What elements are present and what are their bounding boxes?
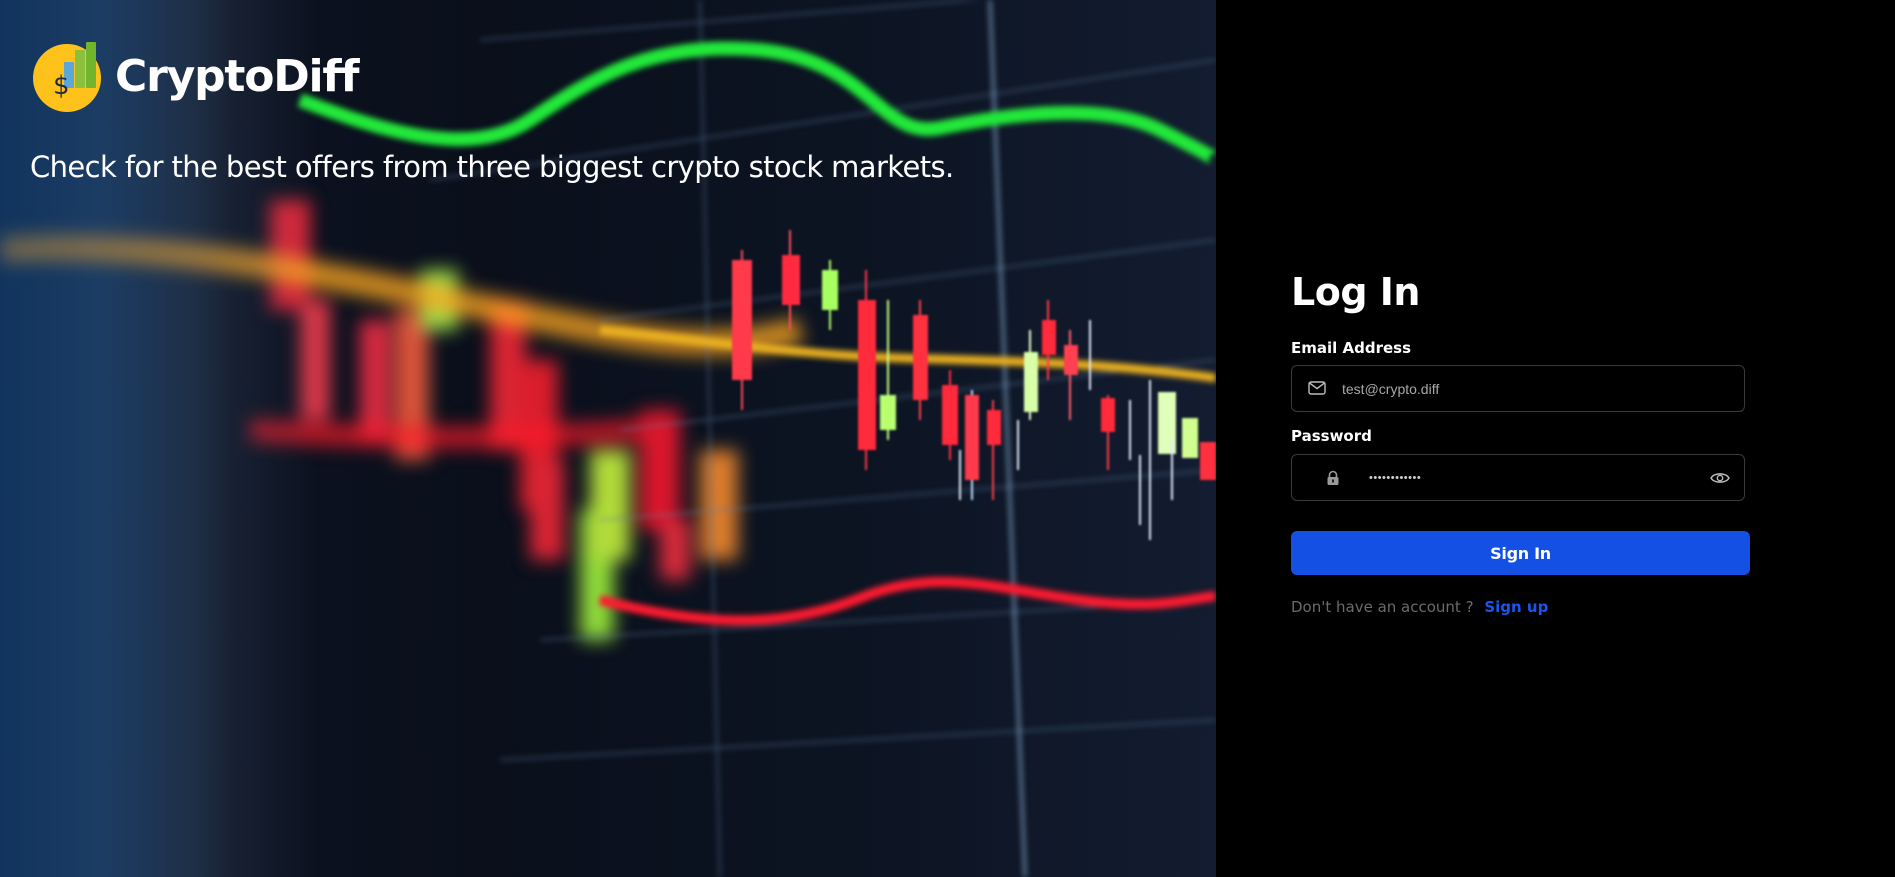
dollar-coin-bar-chart-logo: $ [33, 40, 103, 114]
page-title: Log In [1291, 270, 1420, 314]
brand-name: CryptoDiff [115, 51, 360, 102]
lock-icon [1326, 470, 1340, 486]
eye-icon[interactable] [1710, 470, 1730, 486]
sign-in-button[interactable]: Sign In [1291, 531, 1750, 575]
email-field[interactable] [1291, 365, 1745, 412]
sign-up-link[interactable]: Sign up [1484, 598, 1548, 616]
password-input[interactable] [1369, 468, 1669, 488]
email-label: Email Address [1291, 339, 1412, 357]
signup-prompt: Don't have an account ? [1291, 598, 1474, 616]
svg-text:$: $ [53, 71, 70, 101]
hero-tagline: Check for the best offers from three big… [30, 150, 954, 184]
password-field[interactable] [1291, 454, 1745, 501]
password-label: Password [1291, 427, 1372, 445]
signup-row: Don't have an account ? Sign up [1291, 598, 1548, 616]
brand[interactable]: $ CryptoDiff [33, 40, 360, 114]
hero-panel: $ CryptoDiff Check for the best offers f… [0, 0, 1216, 877]
email-input[interactable] [1342, 379, 1722, 399]
mail-icon [1308, 380, 1326, 396]
login-panel: Log In Email Address Password Sign [1216, 0, 1895, 877]
